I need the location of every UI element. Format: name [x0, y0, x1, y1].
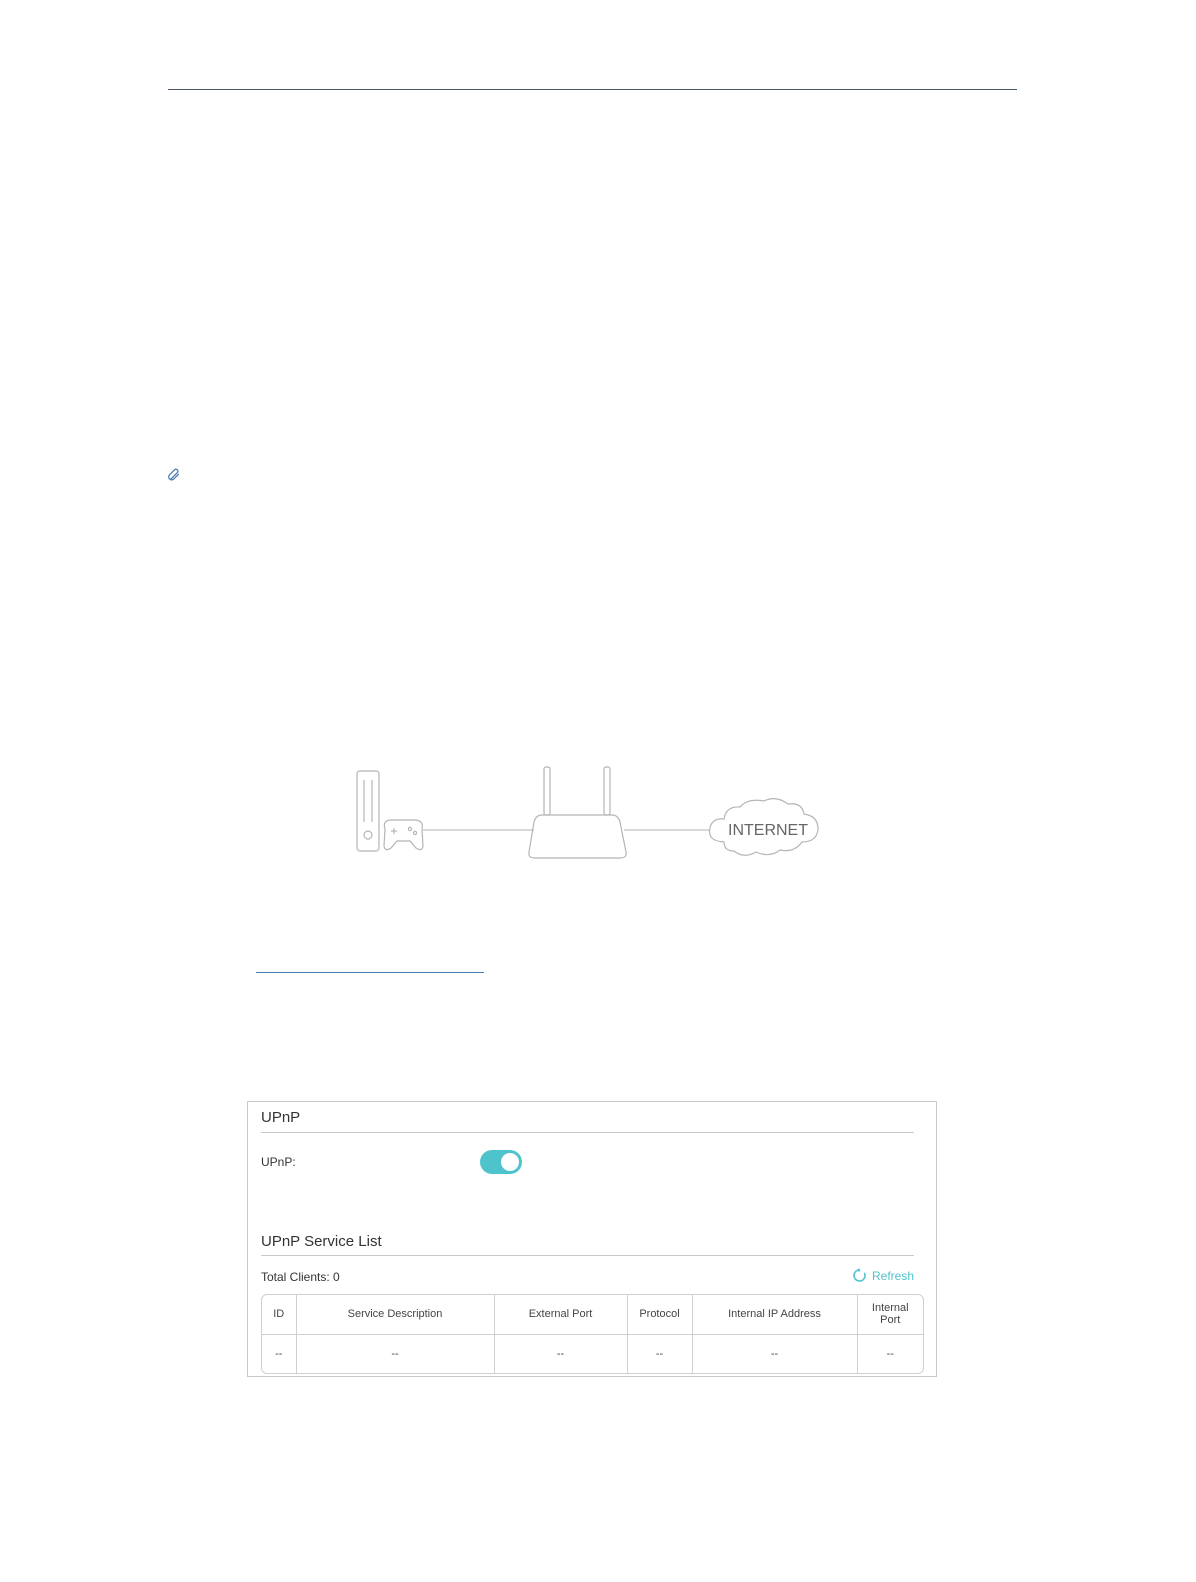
cell-internal-port: -- [886, 1347, 894, 1360]
service-list-title: UPnP Service List [261, 1233, 382, 1250]
internet-label: INTERNET [728, 822, 808, 839]
paperclip-note-icon [168, 468, 180, 481]
upnp-field-label: UPnP: [261, 1155, 296, 1169]
section-divider [261, 1132, 914, 1133]
col-header-id: ID [262, 1295, 297, 1334]
gamepad-icon [383, 819, 424, 851]
col-header-service-description: Service Description [296, 1295, 495, 1334]
cell-id: -- [262, 1334, 297, 1373]
header-rule [168, 89, 1017, 90]
col-header-internal-ip: Internal IP Address [692, 1295, 858, 1334]
col-header-protocol: Protocol [627, 1295, 693, 1334]
table-header-row: ID Service Description External Port Pro… [262, 1295, 923, 1334]
refresh-button[interactable]: Refresh [852, 1268, 914, 1283]
col-header-internal-port: Internal Port [871, 1302, 909, 1327]
total-clients: Total Clients: 0 [261, 1270, 340, 1284]
link-underline [256, 972, 484, 973]
refresh-icon [853, 1268, 866, 1282]
upnp-settings-panel: UPnP UPnP: UPnP Service List Total Clien… [247, 1101, 937, 1377]
internet-cloud-icon: INTERNET [708, 798, 819, 856]
upnp-toggle[interactable] [480, 1150, 522, 1174]
router-icon [528, 766, 627, 859]
table-row: -- -- -- -- -- -- [262, 1334, 923, 1373]
cell-external-port: -- [494, 1334, 628, 1373]
upnp-service-table: ID Service Description External Port Pro… [261, 1294, 924, 1374]
cell-service-description: -- [296, 1334, 495, 1373]
toggle-knob [501, 1153, 519, 1171]
upnp-topology-diagram: INTERNET [356, 766, 819, 859]
section-divider [261, 1255, 914, 1256]
game-console-icon [356, 770, 380, 852]
upnp-section-title: UPnP [261, 1109, 301, 1126]
cell-internal-ip: -- [692, 1334, 858, 1373]
cell-protocol: -- [627, 1334, 693, 1373]
col-header-external-port: External Port [494, 1295, 628, 1334]
refresh-label: Refresh [872, 1268, 915, 1283]
